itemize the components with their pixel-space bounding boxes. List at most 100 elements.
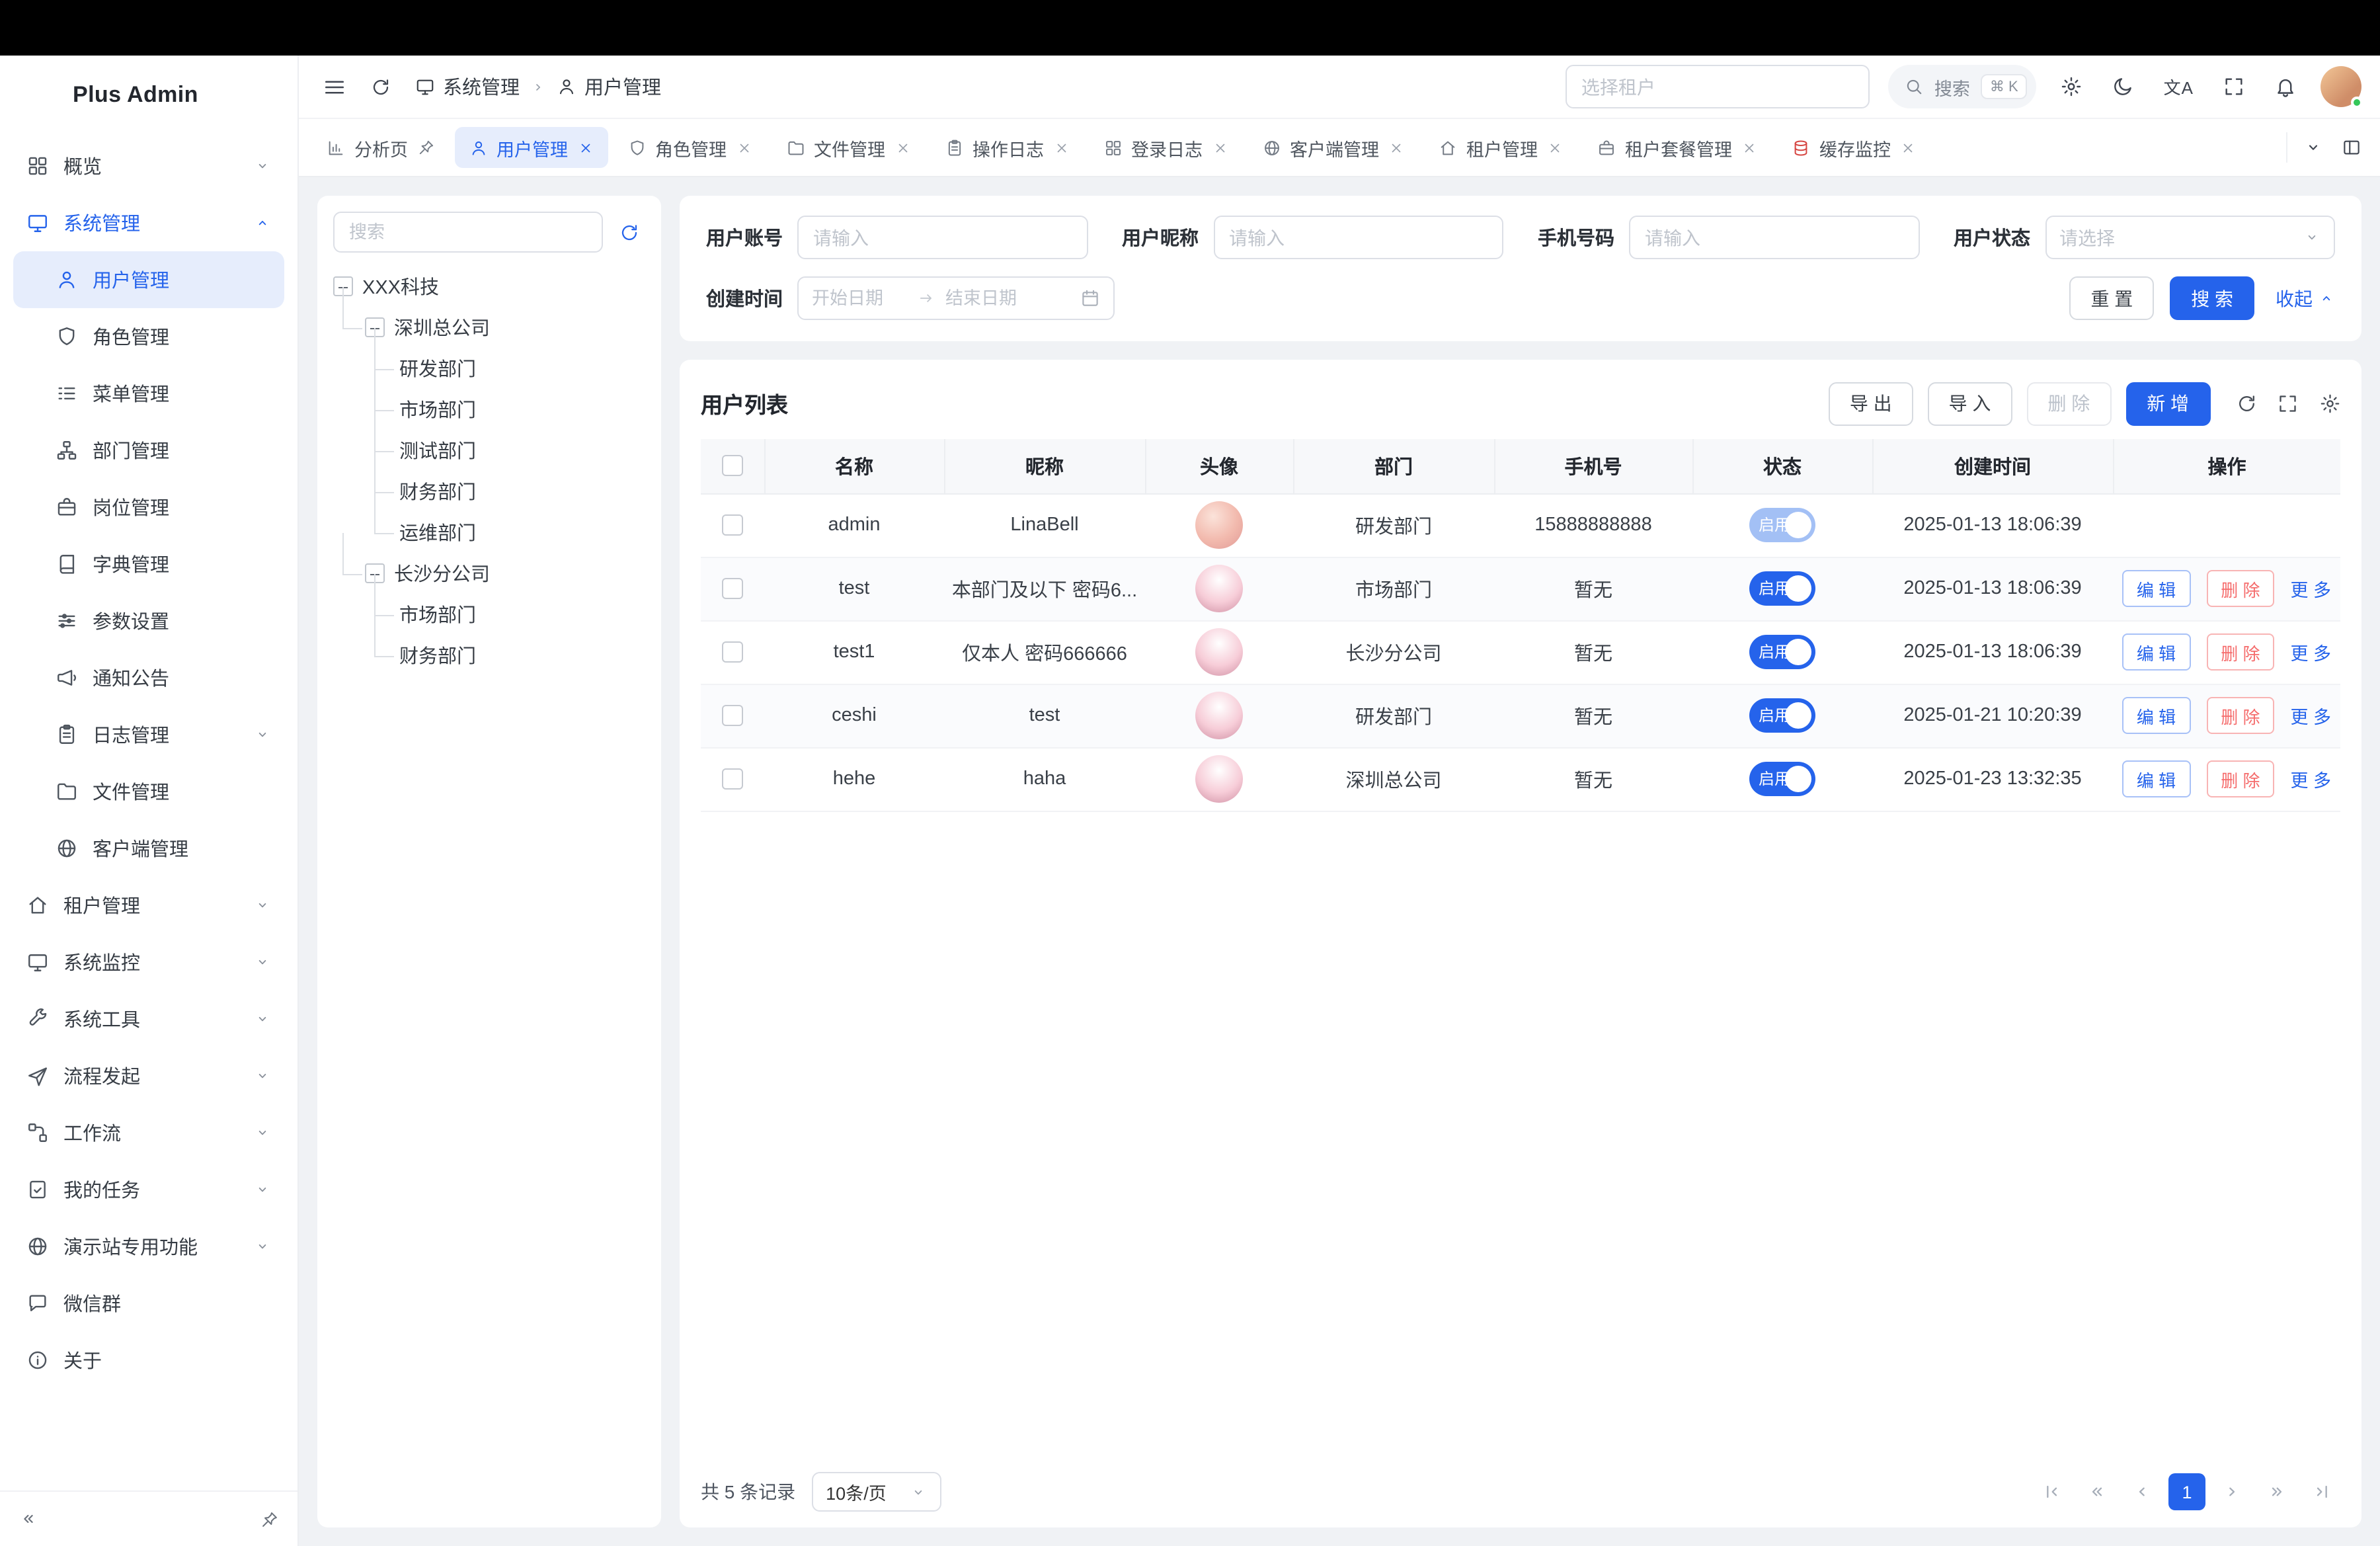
sidebar-item-user-mgmt[interactable]: 用户管理 [13,251,284,308]
edit-button[interactable]: 编 辑 [2122,570,2190,607]
row-checkbox[interactable] [722,705,743,726]
column-settings-icon[interactable] [2319,393,2340,415]
table-row[interactable]: test1 仅本人 密码666666 长沙分公司 暂无 启用 2025-01-1… [701,620,2340,684]
sidebar-item-demo-features[interactable]: 演示站专用功能 [13,1218,284,1275]
tab-tenant-mgmt[interactable]: 租户管理 [1424,127,1577,168]
more-button[interactable]: 更 多 [2291,575,2332,601]
last-page-button[interactable] [2303,1473,2340,1510]
start-date-input[interactable] [812,288,907,308]
next-page-button[interactable] [2213,1473,2250,1510]
tree-node[interactable]: 长沙分公司 [333,553,645,594]
delete-button[interactable]: 删 除 [2206,697,2274,734]
tab-file-mgmt[interactable]: 文件管理 [772,127,925,168]
nickname-input[interactable] [1213,216,1503,259]
delete-button[interactable]: 删 除 [2206,760,2274,797]
delete-button[interactable]: 删 除 [2206,570,2274,607]
next-pages-button[interactable] [2258,1473,2295,1510]
close-icon[interactable] [1547,140,1563,155]
delete-selected-button[interactable]: 删 除 [2026,382,2111,425]
more-button[interactable]: 更 多 [2291,765,2332,792]
tree-node[interactable]: 市场部门 [333,389,645,430]
tree-refresh-button[interactable] [614,216,645,248]
pin-sidebar-button[interactable] [255,1504,284,1533]
close-icon[interactable] [577,140,593,155]
tab-login-log[interactable]: 登录日志 [1089,127,1242,168]
sidebar-item-overview[interactable]: 概览 [13,138,284,194]
table-row[interactable]: hehe haha 深圳总公司 暂无 启用 2025-01-23 13:32:3… [701,747,2340,811]
notifications-button[interactable] [2269,70,2302,103]
sidebar-item-notice[interactable]: 通知公告 [13,649,284,706]
refresh-page-button[interactable] [365,71,397,102]
close-icon[interactable] [736,140,752,155]
status-switch[interactable]: 启用 [1749,635,1815,669]
edit-button[interactable]: 编 辑 [2122,633,2190,671]
user-avatar-button[interactable] [2320,66,2361,107]
row-checkbox[interactable] [722,514,743,536]
status-switch[interactable]: 启用 [1749,762,1815,796]
fullscreen-button[interactable] [2217,70,2250,103]
sidebar-item-process-start[interactable]: 流程发起 [13,1047,284,1104]
tab-analysis-page[interactable]: 分析页 [312,127,449,168]
language-button[interactable] [2159,69,2199,104]
end-date-input[interactable] [945,288,1041,308]
sidebar-toggle-button[interactable] [317,69,352,104]
collapse-filters-link[interactable]: 收起 [2276,285,2335,311]
close-icon[interactable] [1741,140,1757,155]
page-size-select[interactable]: 10条/页 [811,1472,941,1512]
close-icon[interactable] [894,140,910,155]
sidebar-item-client-mgmt[interactable]: 客户端管理 [13,820,284,877]
phone-input[interactable] [1629,216,1919,259]
tab-cache-monitor[interactable]: 缓存监控 [1777,127,1930,168]
tabs-menu-button[interactable] [2298,132,2328,163]
status-switch[interactable]: 启用 [1749,571,1815,606]
sidebar-item-wechat-group[interactable]: 微信群 [13,1275,284,1332]
delete-button[interactable]: 删 除 [2206,633,2274,671]
breadcrumb-section[interactable]: 系统管理 [415,73,520,101]
sidebar-item-menu-mgmt[interactable]: 菜单管理 [13,365,284,422]
close-icon[interactable] [1388,140,1404,155]
tab-tenant-package-mgmt[interactable]: 租户套餐管理 [1583,127,1772,168]
sidebar-item-tenant-mgmt[interactable]: 租户管理 [13,877,284,934]
tab-role-mgmt[interactable]: 角色管理 [613,127,766,168]
sidebar-item-system-tools[interactable]: 系统工具 [13,991,284,1047]
sidebar-item-post-mgmt[interactable]: 岗位管理 [13,479,284,536]
tree-node[interactable]: 深圳总公司 [333,307,645,348]
sidebar-item-system-mgmt[interactable]: 系统管理 [13,194,284,251]
fullscreen-table-icon[interactable] [2277,393,2299,415]
page-1-button[interactable]: 1 [2168,1473,2205,1510]
tree-node[interactable]: 财务部门 [333,471,645,512]
table-row[interactable]: ceshi test 研发部门 暂无 启用 2025-01-21 10:20:3… [701,684,2340,747]
prev-page-button[interactable] [2123,1473,2161,1510]
date-range-input[interactable] [797,276,1115,320]
more-button[interactable]: 更 多 [2291,638,2332,665]
select-all-checkbox[interactable] [722,456,743,477]
edit-button[interactable]: 编 辑 [2122,760,2190,797]
sidebar-item-dict-mgmt[interactable]: 字典管理 [13,536,284,592]
status-switch[interactable]: 启用 [1749,508,1815,542]
row-checkbox[interactable] [722,768,743,790]
edit-button[interactable]: 编 辑 [2122,697,2190,734]
tree-node[interactable]: 测试部门 [333,430,645,471]
import-button[interactable]: 导 入 [1928,382,2012,425]
sidebar-item-role-mgmt[interactable]: 角色管理 [13,308,284,365]
settings-button[interactable] [2055,70,2088,103]
tree-node[interactable]: XXX科技 [333,266,645,307]
close-icon[interactable] [1212,140,1228,155]
prev-pages-button[interactable] [2079,1473,2116,1510]
sidebar-item-dept-mgmt[interactable]: 部门管理 [13,422,284,479]
breadcrumb-page[interactable]: 用户管理 [557,73,661,101]
more-button[interactable]: 更 多 [2291,702,2332,728]
row-checkbox[interactable] [722,641,743,663]
sidebar-item-file-mgmt[interactable]: 文件管理 [13,763,284,820]
sidebar-item-log-mgmt[interactable]: 日志管理 [13,706,284,763]
table-row[interactable]: test 本部门及以下 密码6... 市场部门 暂无 启用 2025-01-13… [701,557,2340,620]
tree-node[interactable]: 市场部门 [333,594,645,635]
tab-client-mgmt[interactable]: 客户端管理 [1248,127,1419,168]
tab-user-mgmt[interactable]: 用户管理 [454,127,608,168]
status-select[interactable]: 请选择 [2045,216,2335,259]
sidebar-item-param-settings[interactable]: 参数设置 [13,592,284,649]
status-switch[interactable]: 启用 [1749,698,1815,733]
tab-operation-log[interactable]: 操作日志 [930,127,1084,168]
tabs-layout-button[interactable] [2336,132,2367,163]
global-search-button[interactable]: 搜索 ⌘ K [1888,65,2037,108]
